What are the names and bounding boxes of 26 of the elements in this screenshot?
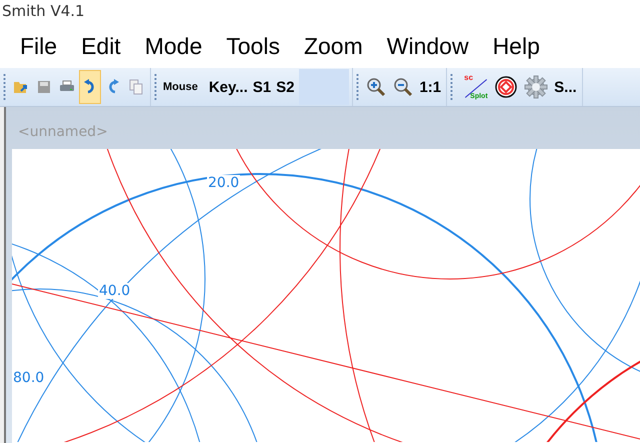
zoom-in-icon xyxy=(366,77,386,97)
mode-button[interactable]: S1 xyxy=(250,70,274,104)
copy-icon xyxy=(129,79,143,95)
mode-button[interactable]: Key... xyxy=(206,70,250,104)
printer-icon xyxy=(59,80,75,94)
menu-item[interactable]: Tools xyxy=(214,32,292,60)
redo-icon xyxy=(106,79,120,95)
zoom-reset-button[interactable]: 1:1 xyxy=(417,70,444,104)
menu-item[interactable]: Window xyxy=(374,32,481,60)
open-folder-icon xyxy=(13,79,29,95)
menu-item[interactable]: Help xyxy=(480,32,552,60)
settings-menu-button[interactable]: S... xyxy=(552,70,579,104)
circle-value-label: 20.0 xyxy=(207,175,240,191)
mode-button[interactable]: S2 xyxy=(274,70,296,104)
mode-button[interactable]: Mouse xyxy=(161,70,200,104)
save-icon xyxy=(37,80,51,94)
menu-item[interactable]: File xyxy=(8,32,70,60)
document-title: <unnamed> xyxy=(17,123,109,142)
menu-item[interactable]: Edit xyxy=(69,32,133,60)
menu-item[interactable]: Zoom xyxy=(292,32,375,60)
menu-item[interactable]: Mode xyxy=(132,32,214,60)
circle-value-label: 40.0 xyxy=(98,283,132,299)
zoom-out-icon xyxy=(393,77,414,97)
window-title: Smith V4.1 xyxy=(0,0,640,24)
undo-button[interactable] xyxy=(79,70,101,104)
target-icon xyxy=(495,76,518,98)
